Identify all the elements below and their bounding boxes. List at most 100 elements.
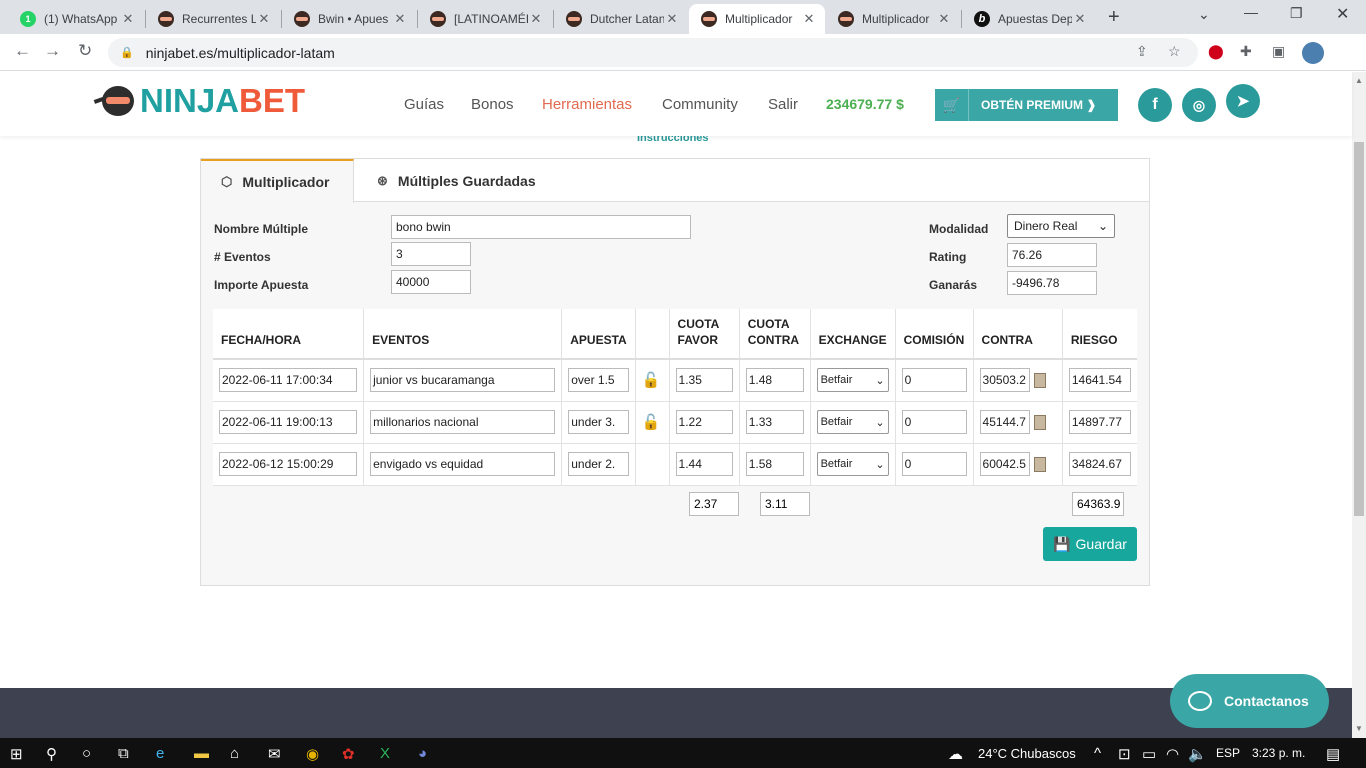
cuota-favor-input[interactable]: 1.22 — [675, 410, 733, 434]
close-icon[interactable]: ✕ — [801, 11, 817, 27]
close-icon[interactable]: ✕ — [1072, 11, 1088, 27]
close-icon[interactable]: ✕ — [664, 11, 680, 27]
search-icon[interactable]: ⚲ — [46, 745, 57, 763]
windows-start-icon[interactable]: ⊞ — [10, 745, 23, 763]
nav-herramientas[interactable]: Herramientas — [542, 96, 632, 113]
cuota-contra-input[interactable]: 1.48 — [745, 368, 804, 393]
tab-multiples-guardadas[interactable]: ⊛ Múltiples Guardadas — [377, 159, 536, 202]
task-view-icon[interactable]: ⧉ — [118, 745, 129, 762]
premium-button[interactable]: 🛒 OBTÉN PREMIUM ❱ — [935, 89, 1118, 121]
apuesta-input[interactable]: over 1.5 — [568, 368, 629, 393]
close-window-button[interactable]: ✕ — [1336, 4, 1349, 24]
language-indicator[interactable]: ESP — [1216, 746, 1240, 760]
forward-icon[interactable]: → — [44, 41, 61, 61]
browser-tab-recurrentes[interactable]: Recurrentes L ✕ — [146, 4, 280, 34]
comision-input[interactable]: 0 — [901, 368, 967, 393]
store-icon[interactable]: ⌂ — [230, 745, 239, 762]
page-scrollbar[interactable]: ▲ ▼ — [1352, 72, 1366, 738]
volume-icon[interactable]: 🔈 — [1188, 745, 1207, 763]
cuota-favor-input[interactable]: 1.35 — [675, 368, 733, 393]
battery-icon[interactable]: ▭ — [1142, 745, 1156, 763]
facebook-icon[interactable]: f — [1138, 88, 1172, 122]
cuota-contra-input[interactable]: 1.33 — [745, 410, 804, 434]
clipboard-icon[interactable] — [1033, 372, 1046, 388]
bookmark-star-icon[interactable]: ☆ — [1168, 43, 1181, 60]
close-icon[interactable]: ✕ — [528, 11, 544, 27]
guardar-button[interactable]: 💾 Guardar — [1043, 527, 1137, 561]
fecha-input[interactable]: 2022-06-11 17:00:34 — [219, 368, 358, 393]
close-icon[interactable]: ✕ — [256, 11, 272, 27]
fecha-input[interactable]: 2022-06-12 15:00:29 — [219, 452, 358, 476]
tab-multiplicador[interactable]: ⬡ Multiplicador — [201, 159, 354, 203]
nav-community[interactable]: Community — [662, 96, 738, 113]
apuesta-input[interactable]: under 3. — [568, 410, 629, 434]
browser-tab-dutcher[interactable]: Dutcher Latan ✕ — [554, 4, 688, 34]
exchange-select[interactable]: Betfair ⌄ — [816, 368, 889, 393]
evento-input[interactable]: junior vs bucaramanga — [370, 368, 556, 393]
fecha-input[interactable]: 2022-06-11 19:00:13 — [219, 410, 358, 434]
apuesta-input[interactable]: under 2. — [568, 452, 629, 476]
unlock-icon[interactable]: 🔓 — [642, 414, 661, 431]
share-icon[interactable]: ⇪ — [1136, 43, 1148, 60]
url-field[interactable]: 🔒 ninjabet.es/multiplicador-latam — [108, 38, 1198, 67]
eventos-input[interactable]: 3 — [391, 242, 471, 266]
cortana-icon[interactable]: ○ — [82, 745, 91, 762]
file-explorer-icon[interactable]: ▬ — [194, 745, 209, 762]
weather-text[interactable]: 24°C Chubascos — [978, 746, 1076, 761]
browser-tab-multiplicador-active[interactable]: Multiplicador ✕ — [689, 4, 825, 34]
scroll-down-icon[interactable]: ▼ — [1355, 724, 1363, 733]
restore-button[interactable]: ❐ — [1290, 5, 1303, 22]
discord-icon[interactable]: ◕ — [418, 745, 427, 762]
new-tab-button[interactable]: + — [1108, 6, 1120, 29]
close-icon[interactable]: ✕ — [392, 11, 408, 27]
cuota-contra-input[interactable]: 1.58 — [745, 452, 804, 476]
minimize-button[interactable]: — — [1244, 4, 1258, 20]
opera-icon[interactable]: ✿ — [342, 745, 355, 763]
chrome-icon[interactable]: ◉ — [306, 745, 319, 763]
clipboard-icon[interactable] — [1033, 456, 1046, 472]
contactanos-button[interactable]: Contactanos — [1170, 674, 1329, 728]
close-icon[interactable]: ✕ — [120, 11, 136, 27]
modalidad-select[interactable]: Dinero Real ⌄ — [1007, 214, 1115, 238]
importe-input[interactable]: 40000 — [391, 270, 471, 294]
browser-tab-bwin[interactable]: Bwin • Apues ✕ — [282, 4, 416, 34]
instagram-icon[interactable]: ◎ — [1182, 88, 1216, 122]
adblock-icon[interactable]: ⬤ — [1208, 43, 1224, 60]
tray-expand-icon[interactable]: ^ — [1094, 745, 1101, 762]
nav-salir[interactable]: Salir — [768, 96, 798, 113]
clock[interactable]: 3:23 p. m. — [1252, 746, 1305, 760]
evento-input[interactable]: envigado vs equidad — [370, 452, 556, 476]
profile-avatar[interactable] — [1302, 42, 1324, 64]
edge-icon[interactable]: e — [156, 745, 164, 762]
browser-tab-apuestas[interactable]: b Apuestas Dep ✕ — [962, 4, 1096, 34]
wifi-icon[interactable]: ◠ — [1166, 745, 1179, 763]
ninjabet-logo[interactable]: NINJABET — [93, 84, 305, 118]
exchange-select[interactable]: Betfair ⌄ — [816, 452, 889, 476]
extensions-icon[interactable]: ✚ — [1240, 43, 1252, 60]
evento-input[interactable]: millonarios nacional — [370, 410, 556, 434]
nav-bonos[interactable]: Bonos — [471, 96, 514, 113]
browser-tab-latinoamerica[interactable]: [LATINOAMÉI ✕ — [418, 4, 552, 34]
network-icon[interactable]: ⊡ — [1118, 745, 1131, 763]
clipboard-icon[interactable] — [1033, 414, 1046, 430]
browser-tab-whatsapp[interactable]: 1 (1) WhatsApp ✕ — [8, 4, 144, 34]
mail-icon[interactable]: ✉ — [268, 745, 281, 763]
close-icon[interactable]: ✕ — [936, 11, 952, 27]
sidebar-icon[interactable]: ▣ — [1272, 43, 1285, 60]
comision-input[interactable]: 0 — [901, 452, 967, 476]
scrollbar-thumb[interactable] — [1354, 142, 1364, 516]
telegram-icon[interactable]: ➤ — [1226, 84, 1260, 118]
exchange-select[interactable]: Betfair ⌄ — [816, 410, 889, 434]
cuota-favor-input[interactable]: 1.44 — [675, 452, 733, 476]
scroll-up-icon[interactable]: ▲ — [1355, 76, 1363, 85]
nav-guias[interactable]: Guías — [404, 96, 444, 113]
browser-tab-multiplicador[interactable]: Multiplicador ✕ — [826, 4, 960, 34]
back-icon[interactable]: ← — [14, 41, 31, 61]
unlock-icon[interactable]: 🔓 — [642, 372, 661, 389]
excel-icon[interactable]: X — [380, 745, 390, 762]
notifications-icon[interactable]: ▤ — [1326, 745, 1340, 763]
comision-input[interactable]: 0 — [901, 410, 967, 434]
tab-search-icon[interactable]: ⌄ — [1198, 6, 1210, 23]
nombre-input[interactable]: bono bwin — [391, 215, 691, 239]
reload-icon[interactable]: ↻ — [78, 41, 92, 61]
